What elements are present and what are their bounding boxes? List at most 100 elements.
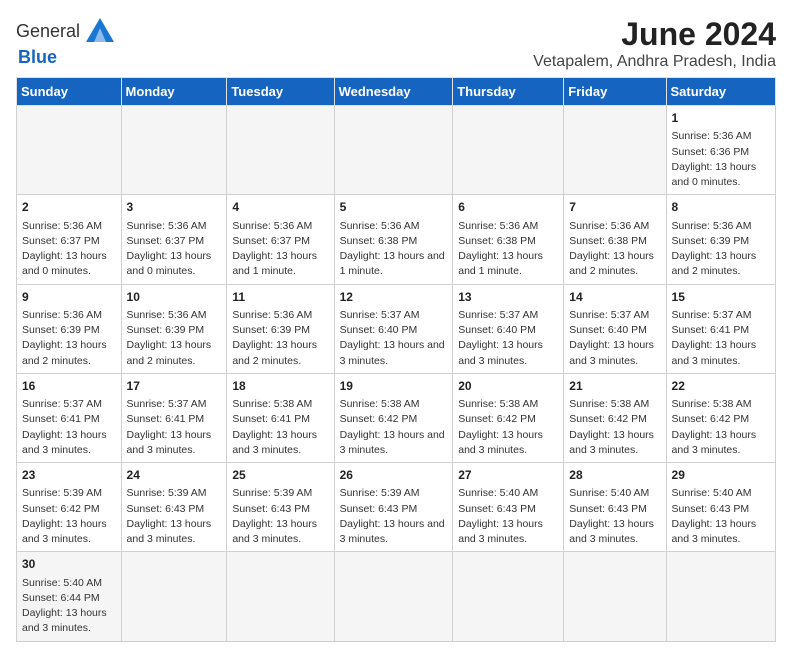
- day-number: 17: [127, 378, 222, 395]
- day-info: Sunrise: 5:40 AM Sunset: 6:43 PM Dayligh…: [569, 486, 660, 547]
- calendar-cell: 22 Sunrise: 5:38 AM Sunset: 6:42 PM Dayli…: [666, 373, 775, 462]
- calendar-cell: [334, 552, 453, 641]
- week-row-5: 23 Sunrise: 5:39 AM Sunset: 6:42 PM Dayli…: [17, 463, 776, 552]
- calendar-cell: 11Sunrise: 5:36 AM Sunset: 6:39 PM Dayli…: [227, 284, 334, 373]
- calendar-cell: [666, 552, 775, 641]
- calendar-cell: 2Sunrise: 5:36 AM Sunset: 6:37 PM Daylig…: [17, 195, 122, 284]
- day-info: Sunrise: 5:36 AM Sunset: 6:39 PM Dayligh…: [232, 308, 328, 369]
- page-subtitle: Vetapalem, Andhra Pradesh, India: [533, 53, 776, 71]
- calendar-cell: 29 Sunrise: 5:40 AM Sunset: 6:43 PM Dayli…: [666, 463, 775, 552]
- day-number: 28: [569, 467, 660, 484]
- day-info: Sunrise: 5:38 AM Sunset: 6:41 PM Dayligh…: [232, 397, 328, 458]
- day-info: Sunrise: 5:36 AM Sunset: 6:36 PM Dayligh…: [672, 129, 770, 190]
- calendar-cell: 13Sunrise: 5:37 AM Sunset: 6:40 PM Dayli…: [453, 284, 564, 373]
- calendar-cell: 27 Sunrise: 5:40 AM Sunset: 6:43 PM Dayli…: [453, 463, 564, 552]
- calendar-cell: 7Sunrise: 5:36 AM Sunset: 6:38 PM Daylig…: [564, 195, 666, 284]
- calendar-cell: 14 Sunrise: 5:37 AM Sunset: 6:40 PM Dayli…: [564, 284, 666, 373]
- day-info: Sunrise: 5:37 AM Sunset: 6:41 PM Dayligh…: [22, 397, 116, 458]
- day-number: 22: [672, 378, 770, 395]
- calendar-cell: 4Sunrise: 5:36 AM Sunset: 6:37 PM Daylig…: [227, 195, 334, 284]
- calendar-cell: 17Sunrise: 5:37 AM Sunset: 6:41 PM Dayli…: [121, 373, 227, 462]
- page-title: June 2024: [533, 16, 776, 53]
- day-info: Sunrise: 5:36 AM Sunset: 6:38 PM Dayligh…: [458, 219, 558, 280]
- day-info: Sunrise: 5:39 AM Sunset: 6:43 PM Dayligh…: [340, 486, 448, 547]
- day-number: 15: [672, 289, 770, 306]
- day-number: 26: [340, 467, 448, 484]
- day-number: 14: [569, 289, 660, 306]
- weekday-header-friday: Friday: [564, 78, 666, 106]
- calendar-cell: 28 Sunrise: 5:40 AM Sunset: 6:43 PM Dayli…: [564, 463, 666, 552]
- week-row-3: 9 Sunrise: 5:36 AM Sunset: 6:39 PM Daylig…: [17, 284, 776, 373]
- weekday-header-row: SundayMondayTuesdayWednesdayThursdayFrid…: [17, 78, 776, 106]
- title-area: June 2024 Vetapalem, Andhra Pradesh, Ind…: [533, 16, 776, 71]
- calendar-cell: [121, 552, 227, 641]
- day-info: Sunrise: 5:39 AM Sunset: 6:43 PM Dayligh…: [232, 486, 328, 547]
- day-info: Sunrise: 5:37 AM Sunset: 6:40 PM Dayligh…: [569, 308, 660, 369]
- header: General Blue June 2024 Vetapalem, Andhra…: [16, 16, 776, 71]
- day-info: Sunrise: 5:36 AM Sunset: 6:38 PM Dayligh…: [340, 219, 448, 280]
- day-info: Sunrise: 5:38 AM Sunset: 6:42 PM Dayligh…: [569, 397, 660, 458]
- day-number: 21: [569, 378, 660, 395]
- calendar-cell: [564, 106, 666, 195]
- day-number: 4: [232, 199, 328, 216]
- day-number: 29: [672, 467, 770, 484]
- day-number: 12: [340, 289, 448, 306]
- day-info: Sunrise: 5:40 AM Sunset: 6:43 PM Dayligh…: [458, 486, 558, 547]
- day-info: Sunrise: 5:36 AM Sunset: 6:39 PM Dayligh…: [22, 308, 116, 369]
- calendar-cell: 23 Sunrise: 5:39 AM Sunset: 6:42 PM Dayli…: [17, 463, 122, 552]
- day-number: 23: [22, 467, 116, 484]
- calendar-cell: 10 Sunrise: 5:36 AM Sunset: 6:39 PM Dayli…: [121, 284, 227, 373]
- day-info: Sunrise: 5:38 AM Sunset: 6:42 PM Dayligh…: [672, 397, 770, 458]
- day-info: Sunrise: 5:36 AM Sunset: 6:37 PM Dayligh…: [127, 219, 222, 280]
- calendar-cell: [227, 106, 334, 195]
- week-row-2: 2 Sunrise: 5:36 AM Sunset: 6:37 PM Daylig…: [17, 195, 776, 284]
- calendar-cell: 30Sunrise: 5:40 AM Sunset: 6:44 PM Dayli…: [17, 552, 122, 641]
- calendar-cell: 25Sunrise: 5:39 AM Sunset: 6:43 PM Dayli…: [227, 463, 334, 552]
- day-number: 19: [340, 378, 448, 395]
- calendar-cell: 5 Sunrise: 5:36 AM Sunset: 6:38 PM Daylig…: [334, 195, 453, 284]
- day-info: Sunrise: 5:40 AM Sunset: 6:43 PM Dayligh…: [672, 486, 770, 547]
- weekday-header-saturday: Saturday: [666, 78, 775, 106]
- day-info: Sunrise: 5:37 AM Sunset: 6:40 PM Dayligh…: [458, 308, 558, 369]
- day-number: 7: [569, 199, 660, 216]
- logo-triangle-icon: [86, 18, 114, 42]
- day-info: Sunrise: 5:39 AM Sunset: 6:43 PM Dayligh…: [127, 486, 222, 547]
- day-number: 2: [22, 199, 116, 216]
- day-number: 24: [127, 467, 222, 484]
- calendar-cell: [564, 552, 666, 641]
- day-number: 27: [458, 467, 558, 484]
- day-number: 18: [232, 378, 328, 395]
- calendar-cell: [453, 552, 564, 641]
- calendar-cell: 9 Sunrise: 5:36 AM Sunset: 6:39 PM Daylig…: [17, 284, 122, 373]
- day-number: 9: [22, 289, 116, 306]
- calendar-cell: [17, 106, 122, 195]
- calendar-cell: 1Sunrise: 5:36 AM Sunset: 6:36 PM Daylig…: [666, 106, 775, 195]
- day-number: 8: [672, 199, 770, 216]
- calendar-cell: 20Sunrise: 5:38 AM Sunset: 6:42 PM Dayli…: [453, 373, 564, 462]
- logo-blue: Blue: [18, 47, 57, 68]
- day-number: 10: [127, 289, 222, 306]
- calendar-cell: 8 Sunrise: 5:36 AM Sunset: 6:39 PM Daylig…: [666, 195, 775, 284]
- week-row-1: 1Sunrise: 5:36 AM Sunset: 6:36 PM Daylig…: [17, 106, 776, 195]
- day-info: Sunrise: 5:37 AM Sunset: 6:41 PM Dayligh…: [672, 308, 770, 369]
- day-info: Sunrise: 5:38 AM Sunset: 6:42 PM Dayligh…: [458, 397, 558, 458]
- calendar-cell: [334, 106, 453, 195]
- weekday-header-tuesday: Tuesday: [227, 78, 334, 106]
- day-info: Sunrise: 5:37 AM Sunset: 6:40 PM Dayligh…: [340, 308, 448, 369]
- calendar-cell: 18 Sunrise: 5:38 AM Sunset: 6:41 PM Dayli…: [227, 373, 334, 462]
- calendar-cell: 19Sunrise: 5:38 AM Sunset: 6:42 PM Dayli…: [334, 373, 453, 462]
- calendar-cell: [453, 106, 564, 195]
- week-row-4: 16Sunrise: 5:37 AM Sunset: 6:41 PM Dayli…: [17, 373, 776, 462]
- day-info: Sunrise: 5:36 AM Sunset: 6:39 PM Dayligh…: [672, 219, 770, 280]
- calendar-cell: 16Sunrise: 5:37 AM Sunset: 6:41 PM Dayli…: [17, 373, 122, 462]
- logo-general: General: [16, 21, 80, 42]
- day-number: 3: [127, 199, 222, 216]
- day-number: 6: [458, 199, 558, 216]
- day-info: Sunrise: 5:39 AM Sunset: 6:42 PM Dayligh…: [22, 486, 116, 547]
- day-number: 5: [340, 199, 448, 216]
- calendar-table: SundayMondayTuesdayWednesdayThursdayFrid…: [16, 77, 776, 642]
- day-info: Sunrise: 5:40 AM Sunset: 6:44 PM Dayligh…: [22, 576, 116, 637]
- week-row-6: 30Sunrise: 5:40 AM Sunset: 6:44 PM Dayli…: [17, 552, 776, 641]
- weekday-header-sunday: Sunday: [17, 78, 122, 106]
- day-info: Sunrise: 5:36 AM Sunset: 6:39 PM Dayligh…: [127, 308, 222, 369]
